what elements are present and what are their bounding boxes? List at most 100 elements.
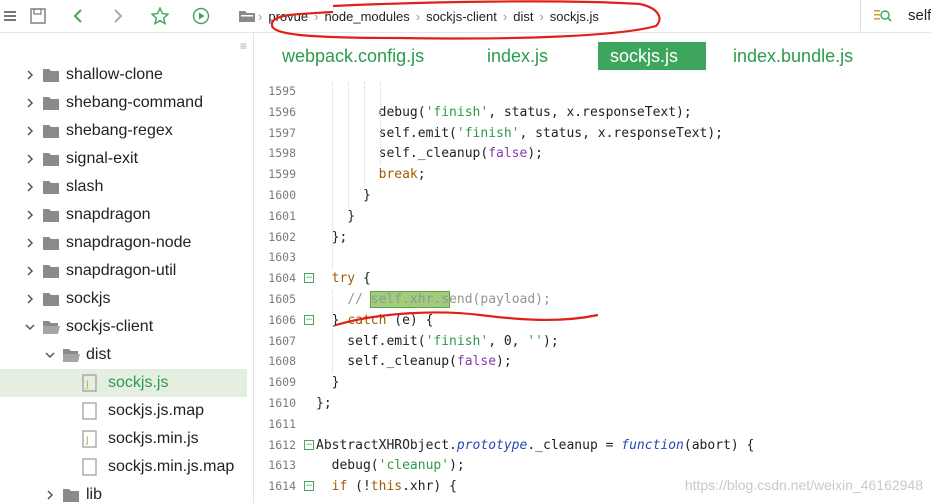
code-line[interactable]: 1609 }	[254, 372, 931, 393]
code-line[interactable]: 1600 }	[254, 185, 931, 206]
code-line[interactable]: 1607 self.emit('finish', 0, '');	[254, 331, 931, 352]
tree-item[interactable]: snapdragon-node	[0, 229, 247, 257]
breadcrumb-item-dist[interactable]: dist	[507, 9, 539, 24]
code-line[interactable]: 1606− } catch (e) {	[254, 310, 931, 331]
chevron-right-icon[interactable]	[24, 181, 36, 193]
code-text[interactable]: }	[316, 372, 340, 393]
line-number: 1605	[268, 292, 296, 306]
chevron-down-icon[interactable]	[24, 321, 36, 333]
code-text[interactable]: };	[316, 393, 332, 414]
code-line[interactable]: 1598 self._cleanup(false);	[254, 143, 931, 164]
tree-item[interactable]: shebang-regex	[0, 117, 247, 145]
chevron-right-icon[interactable]	[24, 237, 36, 249]
watermark: https://blog.csdn.net/weixin_46162948	[684, 477, 923, 493]
code-line[interactable]: 1610};	[254, 393, 931, 414]
folder-icon[interactable]	[236, 5, 258, 27]
chevron-right-icon[interactable]	[24, 69, 36, 81]
tree-item-label: signal-exit	[66, 150, 139, 167]
code-line[interactable]: 1597 self.emit('finish', status, x.respo…	[254, 123, 931, 144]
code-line[interactable]: 1595	[254, 81, 931, 102]
chevron-right-icon[interactable]	[24, 97, 36, 109]
tree-item[interactable]: shebang-command	[0, 89, 247, 117]
folder-open-icon	[42, 319, 60, 340]
tree-item[interactable]: sockjs.js.map	[0, 397, 247, 425]
chevron-right-icon[interactable]	[44, 489, 56, 501]
breadcrumb-item-node-modules[interactable]: node_modules	[318, 9, 415, 24]
chevron-right-icon[interactable]	[24, 125, 36, 137]
tree-item[interactable]: Jsockjs.js	[0, 369, 247, 397]
line-number: 1614	[268, 479, 296, 494]
tree-item[interactable]: snapdragon	[0, 201, 247, 229]
tree-item[interactable]: signal-exit	[0, 145, 247, 173]
tab-index-bundle[interactable]: index.bundle.js	[733, 42, 853, 70]
tab-sockjs-js[interactable]: sockjs.js	[598, 42, 706, 70]
breadcrumb-item-sockjs-client[interactable]: sockjs-client	[420, 9, 503, 24]
indent-guide	[364, 82, 365, 186]
code-line[interactable]: 1599 break;	[254, 164, 931, 185]
code-line[interactable]: 1611	[254, 414, 931, 435]
run-icon[interactable]	[190, 5, 212, 27]
file-icon	[82, 458, 98, 481]
code-text[interactable]: AbstractXHRObject.prototype._cleanup = f…	[316, 435, 754, 456]
code-text[interactable]: // self.xhr.send(payload);	[316, 289, 551, 310]
code-text[interactable]: }	[316, 185, 371, 206]
code-text[interactable]: }	[316, 206, 355, 227]
code-text[interactable]: self.emit('finish', 0, '');	[316, 331, 558, 352]
tree-item-label: shebang-regex	[66, 122, 173, 139]
indent-guide	[380, 82, 381, 166]
chevron-right-icon[interactable]	[24, 293, 36, 305]
tree-item[interactable]: lib	[0, 481, 247, 503]
file-tree: ≡ shallow-clone shebang-command shebang-re…	[0, 33, 254, 503]
fold-toggle-icon[interactable]: −	[304, 439, 314, 450]
tree-item[interactable]: shallow-clone	[0, 61, 247, 89]
code-text[interactable]: debug('finish', status, x.responseText);	[316, 102, 692, 123]
code-editor[interactable]: 1595 1596 debug('finish', status, x.respo…	[254, 80, 931, 503]
fold-toggle-icon[interactable]: −	[304, 314, 314, 325]
sidebar-menu-icon[interactable]: ≡	[240, 39, 247, 53]
chevron-right-icon[interactable]	[24, 265, 36, 277]
breadcrumb-item-provue[interactable]: provue	[262, 9, 314, 24]
code-text[interactable]: debug('cleanup');	[316, 455, 465, 476]
chevron-right-icon[interactable]	[24, 153, 36, 165]
tree-item[interactable]: sockjs	[0, 285, 247, 313]
tree-item[interactable]: sockjs.min.js.map	[0, 453, 247, 481]
code-text[interactable]: if (!this.xhr) {	[316, 476, 457, 497]
line-number: 1607	[268, 333, 296, 348]
search-text[interactable]: self	[908, 7, 931, 24]
code-line[interactable]: 1608 self._cleanup(false);	[254, 351, 931, 372]
code-text[interactable]: self._cleanup(false);	[316, 351, 511, 372]
code-line[interactable]: 1603	[254, 247, 931, 268]
code-line[interactable]: 1601 }	[254, 206, 931, 227]
fold-toggle-icon[interactable]: −	[304, 273, 314, 284]
tree-item[interactable]: slash	[0, 173, 247, 201]
code-line[interactable]: 1605 // self.xhr.send(payload);	[254, 289, 931, 310]
tree-item[interactable]: snapdragon-util	[0, 257, 247, 285]
code-line[interactable]: 1602 };	[254, 227, 931, 248]
back-icon[interactable]	[67, 5, 89, 27]
tab-webpack-config[interactable]: webpack.config.js	[282, 42, 424, 70]
menu-icon[interactable]	[0, 5, 22, 27]
save-icon[interactable]	[27, 5, 49, 27]
code-text[interactable]: try {	[316, 268, 371, 289]
breadcrumb-item-sockjs-js[interactable]: sockjs.js	[544, 9, 605, 24]
forward-icon[interactable]	[107, 5, 129, 27]
star-icon[interactable]	[149, 5, 171, 27]
search-box[interactable]: self	[860, 0, 931, 31]
tree-item[interactable]: Jsockjs.min.js	[0, 425, 247, 453]
tree-item[interactable]: dist	[0, 341, 247, 369]
chevron-down-icon[interactable]	[44, 349, 56, 361]
tab-index-js[interactable]: index.js	[487, 42, 548, 70]
code-line[interactable]: 1613 debug('cleanup');	[254, 455, 931, 476]
code-line[interactable]: 1612− AbstractXHRObject.prototype._cleanu…	[254, 435, 931, 456]
code-text[interactable]: } catch (e) {	[316, 310, 434, 331]
code-text[interactable]: self.emit('finish', status, x.responseTe…	[316, 123, 723, 144]
search-icon[interactable]	[873, 7, 893, 30]
fold-toggle-icon[interactable]: −	[304, 481, 314, 492]
svg-text:J: J	[85, 436, 89, 446]
code-text[interactable]: self._cleanup(false);	[316, 143, 543, 164]
code-line[interactable]: 1596 debug('finish', status, x.responseT…	[254, 102, 931, 123]
code-line[interactable]: 1604− try {	[254, 268, 931, 289]
line-number: 1602	[268, 229, 296, 244]
tree-item[interactable]: sockjs-client	[0, 313, 247, 341]
chevron-right-icon[interactable]	[24, 209, 36, 221]
